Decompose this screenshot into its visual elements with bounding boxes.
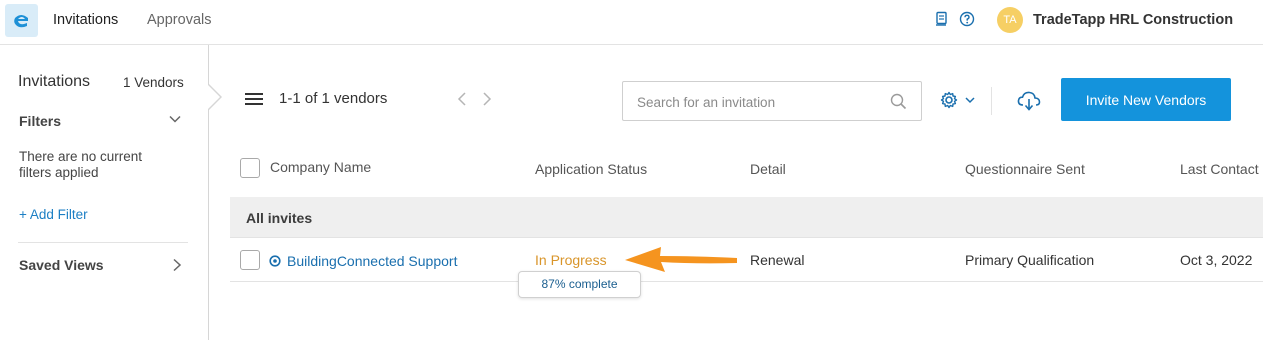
panel-notch-fill (207, 84, 220, 110)
no-filters-text: There are no current filters applied (19, 149, 143, 180)
app-logo-icon[interactable] (5, 4, 38, 37)
buildingconnected-icon (269, 254, 281, 272)
group-row: All invites (230, 197, 1263, 238)
company-name[interactable]: TradeTapp HRL Construction (1033, 12, 1233, 28)
questionnaire-cell: Primary Qualification (965, 252, 1095, 268)
invite-new-vendors-button[interactable]: Invite New Vendors (1061, 78, 1231, 121)
company-link[interactable]: BuildingConnected Support (287, 253, 457, 269)
column-header-questionnaire[interactable]: Questionnaire Sent (965, 161, 1085, 177)
list-menu-icon[interactable] (245, 92, 263, 111)
nav-approvals[interactable]: Approvals (147, 12, 211, 28)
chevron-right-icon[interactable] (482, 91, 492, 112)
nav-invitations[interactable]: Invitations (53, 12, 118, 28)
document-icon[interactable] (934, 11, 950, 27)
saved-views-heading[interactable]: Saved Views (19, 257, 104, 273)
help-icon[interactable] (959, 11, 975, 27)
vendor-count: 1 Vendors (123, 75, 184, 90)
add-filter-link[interactable]: + Add Filter (19, 207, 88, 222)
divider (18, 242, 188, 243)
top-bar: Invitations Approvals TA TradeTapp HRL C… (0, 0, 1263, 45)
group-label: All invites (246, 210, 313, 226)
filters-heading[interactable]: Filters (19, 113, 61, 129)
search-icon[interactable] (890, 93, 907, 115)
table-row[interactable]: BuildingConnected Support In Progress Re… (230, 238, 1263, 282)
avatar[interactable]: TA (997, 7, 1023, 33)
search-box[interactable] (622, 81, 922, 121)
search-input[interactable] (637, 92, 877, 112)
column-header-status[interactable]: Application Status (535, 161, 647, 177)
detail-cell: Renewal (750, 252, 805, 268)
gear-icon (940, 91, 958, 109)
column-header-detail[interactable]: Detail (750, 161, 786, 177)
toolbar-divider (991, 87, 992, 115)
column-header-company[interactable]: Company Name (270, 159, 371, 175)
sidebar-title: Invitations (18, 73, 91, 90)
annotation-arrow-icon (625, 241, 740, 286)
row-checkbox[interactable] (240, 250, 260, 270)
last-contact-cell: Oct 3, 2022 (1180, 252, 1253, 268)
chevron-right-icon[interactable] (170, 257, 184, 278)
filters-sidebar: Invitations 1 Vendors Filters There are … (0, 45, 209, 340)
cloud-download-icon[interactable] (1017, 90, 1041, 117)
column-header-last-contact[interactable]: Last Contact (1180, 161, 1259, 177)
chevron-left-icon[interactable] (457, 91, 467, 112)
chevron-down-icon[interactable] (168, 112, 182, 131)
main-content: 1-1 of 1 vendors Invite Ne (230, 45, 1263, 340)
progress-tooltip: 87% complete (518, 271, 641, 298)
select-all-checkbox[interactable] (240, 158, 260, 178)
page-count: 1-1 of 1 vendors (279, 90, 388, 107)
settings-dropdown-button[interactable] (940, 91, 976, 114)
status-badge[interactable]: In Progress (535, 252, 607, 268)
